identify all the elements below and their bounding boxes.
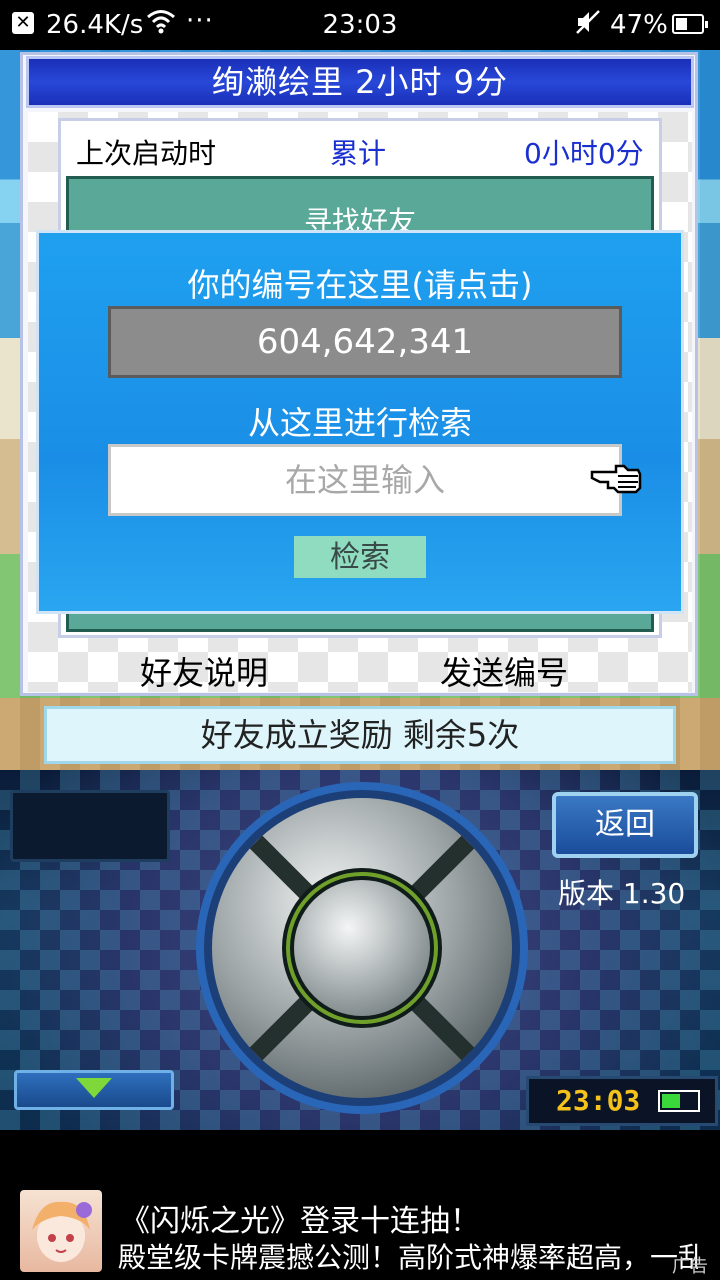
ad-thumbnail[interactable] xyxy=(20,1190,102,1272)
search-button[interactable]: 检索 xyxy=(294,536,426,578)
dialog-header: 绚濑绘里 2小时 9分 xyxy=(26,56,694,108)
popup-title: 你的编号在这里(请点击) xyxy=(187,266,533,304)
total-label: 累计 xyxy=(330,137,387,170)
user-id-button[interactable]: 604,642,341 xyxy=(108,306,622,378)
status-bar: ✕ 26.4K/s ··· 23:03 47% xyxy=(0,0,720,50)
battery-percent: 47% xyxy=(610,10,668,40)
mute-icon xyxy=(574,8,602,42)
dpad-icon[interactable] xyxy=(194,780,530,1116)
friend-desc-button[interactable]: 好友说明 xyxy=(140,648,268,694)
ad-tag: 广告 xyxy=(672,1256,708,1277)
back-button[interactable]: 返回 xyxy=(552,792,698,858)
battery-icon xyxy=(672,14,708,34)
friend-reward-bar: 好友成立奖励 剩余5次 xyxy=(44,706,676,764)
down-arrow-icon xyxy=(76,1078,112,1098)
clock-time: 23:03 xyxy=(556,1084,641,1117)
send-id-button[interactable]: 发送编号 xyxy=(440,648,568,694)
search-title: 从这里进行检索 xyxy=(247,404,472,442)
ad-title[interactable]: 《闪烁之光》登录十连抽！ xyxy=(120,1196,480,1240)
last-launch-label: 上次启动时 xyxy=(76,137,217,170)
search-input[interactable]: 在这里输入 xyxy=(108,444,622,516)
battery-icon xyxy=(658,1090,700,1112)
ad-text[interactable]: 殿堂级卡牌震撼公测！高阶式神爆率超高，一乱 xyxy=(118,1236,698,1276)
pointer-hand-icon xyxy=(590,458,642,498)
version-label: 版本 1.30 xyxy=(558,877,686,910)
total-time: 0小时0分 xyxy=(524,137,644,170)
mini-screen xyxy=(10,790,170,862)
